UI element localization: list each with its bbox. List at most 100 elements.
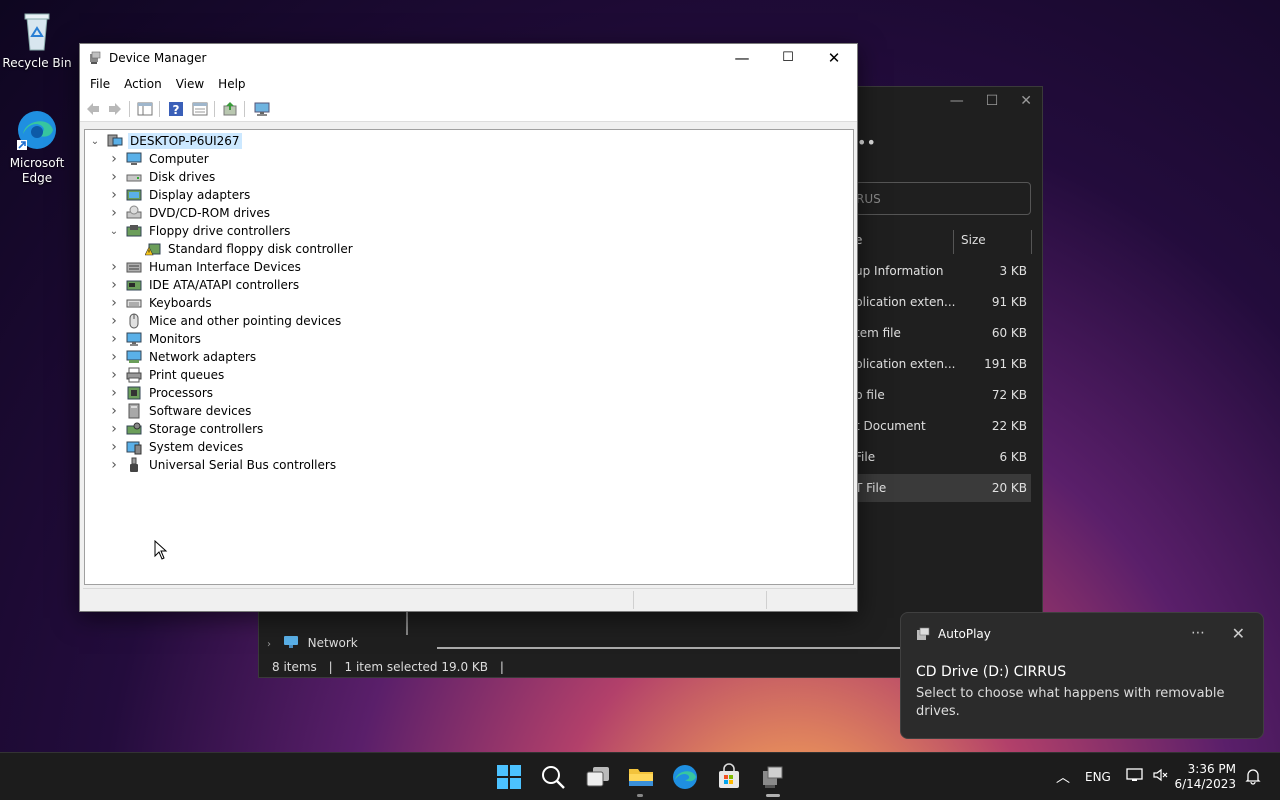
chevron-right-icon[interactable]: › — [108, 421, 120, 437]
notification-icon[interactable] — [1245, 767, 1261, 788]
update-driver-icon[interactable] — [222, 101, 238, 117]
file-row[interactable]: p file 72 KB — [855, 381, 1031, 409]
column-separator[interactable] — [1031, 230, 1032, 254]
desktop-icon-recycle-bin[interactable]: Recycle Bin — [0, 8, 74, 71]
chevron-right-icon[interactable]: › — [108, 385, 120, 401]
menu-file[interactable]: File — [83, 72, 117, 96]
search-input[interactable]: RUS — [855, 182, 1031, 215]
status-selection: 1 item selected 19.0 KB — [344, 660, 488, 674]
chevron-right-icon[interactable]: › — [108, 367, 120, 383]
chevron-right-icon[interactable]: › — [108, 349, 120, 365]
file-explorer-icon[interactable] — [627, 763, 655, 791]
tree-category-node[interactable]: › Monitors — [108, 330, 203, 348]
tree-category-node[interactable]: › Keyboards — [108, 294, 214, 312]
file-row[interactable]: plication exten... 91 KB — [855, 288, 1031, 316]
pane-splitter[interactable] — [406, 611, 408, 635]
chevron-right-icon[interactable]: › — [108, 277, 120, 293]
show-hide-console-tree-icon[interactable] — [137, 101, 153, 117]
more-options-icon[interactable]: •• — [857, 133, 876, 152]
title-bar[interactable]: Device Manager — ☐ ✕ — [80, 44, 857, 72]
tree-category-node[interactable]: › Software devices — [108, 402, 253, 420]
chevron-right-icon[interactable]: › — [108, 187, 120, 203]
file-row[interactable]: t Document 22 KB — [855, 412, 1031, 440]
chevron-right-icon[interactable]: › — [108, 313, 120, 329]
close-button[interactable]: ✕ — [811, 44, 857, 72]
forward-icon[interactable] — [107, 101, 123, 117]
tree-category-node[interactable]: › DVD/CD-ROM drives — [108, 204, 272, 222]
minimize-button[interactable]: — — [719, 44, 765, 72]
autoplay-icon — [916, 627, 930, 641]
properties-icon[interactable] — [192, 101, 208, 117]
tree-category-node[interactable]: › Processors — [108, 384, 215, 402]
tree-category-node[interactable]: › Disk drives — [108, 168, 217, 186]
close-icon[interactable]: ✕ — [1232, 624, 1245, 643]
menu-action[interactable]: Action — [117, 72, 169, 96]
column-size-header[interactable]: Size — [961, 233, 986, 247]
tree-root-computer[interactable]: ⌄ DESKTOP-P6UI267 — [89, 132, 242, 150]
speaker-muted-icon[interactable] — [1152, 767, 1170, 786]
start-icon[interactable] — [495, 763, 523, 791]
chevron-up-icon[interactable]: ︿ — [1056, 767, 1070, 787]
tree-category-node[interactable]: › System devices — [108, 438, 245, 456]
file-row[interactable]: plication exten... 191 KB — [855, 350, 1031, 378]
chevron-right-icon[interactable]: › — [108, 331, 120, 347]
scan-hardware-changes-icon[interactable] — [254, 101, 270, 117]
tree-category-node[interactable]: › Human Interface Devices — [108, 258, 303, 276]
clock[interactable]: 3:36 PM 6/14/2023 — [1174, 762, 1236, 792]
file-row[interactable]: tem file 60 KB — [855, 319, 1031, 347]
monitor-icon — [126, 331, 142, 347]
chevron-right-icon[interactable]: › — [267, 639, 271, 650]
file-size: 6 KB — [999, 450, 1027, 464]
explorer-window-controls: — ☐ ✕ — [950, 93, 1032, 109]
close-icon[interactable]: ✕ — [1020, 93, 1032, 109]
microsoft-store-icon[interactable] — [715, 763, 743, 791]
tree-category-node[interactable]: › Print queues — [108, 366, 226, 384]
autoplay-notification[interactable]: AutoPlay ⋯ ✕ CD Drive (D:) CIRRUS Select… — [900, 612, 1264, 739]
chevron-right-icon[interactable]: › — [108, 259, 120, 275]
language-indicator[interactable]: ENG — [1085, 770, 1111, 784]
chevron-right-icon[interactable]: › — [108, 151, 120, 167]
chevron-right-icon[interactable]: › — [108, 457, 120, 473]
status-separator: | — [499, 660, 504, 674]
file-size: 191 KB — [984, 357, 1027, 371]
menu-view[interactable]: View — [169, 72, 211, 96]
minimize-icon[interactable]: — — [950, 93, 964, 109]
maximize-icon[interactable]: ☐ — [986, 93, 999, 109]
file-size: 60 KB — [991, 326, 1027, 340]
more-options-icon[interactable]: ⋯ — [1191, 625, 1205, 641]
chevron-right-icon[interactable]: › — [108, 205, 120, 221]
chevron-right-icon[interactable]: › — [108, 403, 120, 419]
file-row[interactable]: up Information 3 KB — [855, 257, 1031, 285]
maximize-button[interactable]: ☐ — [765, 44, 811, 72]
chevron-right-icon[interactable]: › — [108, 295, 120, 311]
column-separator[interactable] — [953, 230, 954, 254]
device-tree[interactable]: ⌄ DESKTOP-P6UI267 › Computer › Disk drives › Di… — [84, 129, 854, 585]
tree-category-node[interactable]: › Storage controllers — [108, 420, 265, 438]
back-icon[interactable] — [85, 101, 101, 117]
search-icon[interactable] — [539, 763, 567, 791]
tree-category-node[interactable]: › Network adapters — [108, 348, 258, 366]
network-status-icon[interactable] — [1126, 767, 1144, 786]
edge-icon[interactable] — [671, 763, 699, 791]
file-row[interactable]: File 6 KB — [855, 443, 1031, 471]
tree-category-node[interactable]: › Universal Serial Bus controllers — [108, 456, 338, 474]
tree-category-node[interactable]: ⌄ Floppy drive controllers — [108, 222, 292, 240]
desktop-icon-edge[interactable]: Microsoft Edge — [0, 108, 74, 186]
menu-help[interactable]: Help — [211, 72, 252, 96]
nav-item-network[interactable]: › Network — [267, 635, 358, 650]
chevron-right-icon[interactable]: › — [108, 169, 120, 185]
tree-category-node[interactable]: › Computer — [108, 150, 211, 168]
help-icon[interactable]: ? — [168, 101, 184, 117]
task-view-icon[interactable] — [584, 763, 612, 791]
tree-node-label: Standard floppy disk controller — [168, 242, 353, 256]
tree-category-node[interactable]: › IDE ATA/ATAPI controllers — [108, 276, 301, 294]
tree-category-node[interactable]: › Display adapters — [108, 186, 252, 204]
chevron-down-icon[interactable]: ⌄ — [108, 226, 120, 237]
tree-category-node[interactable]: › Mice and other pointing devices — [108, 312, 343, 330]
chevron-down-icon[interactable]: ⌄ — [89, 136, 101, 147]
chevron-right-icon[interactable]: › — [108, 439, 120, 455]
tree-device-node[interactable]: Standard floppy disk controller — [144, 240, 355, 258]
device-manager-taskbar-icon[interactable] — [759, 763, 787, 791]
file-row-selected[interactable]: T File 20 KB — [855, 474, 1031, 502]
device-manager-window[interactable]: Device Manager — ☐ ✕ File Action View He… — [79, 43, 858, 612]
